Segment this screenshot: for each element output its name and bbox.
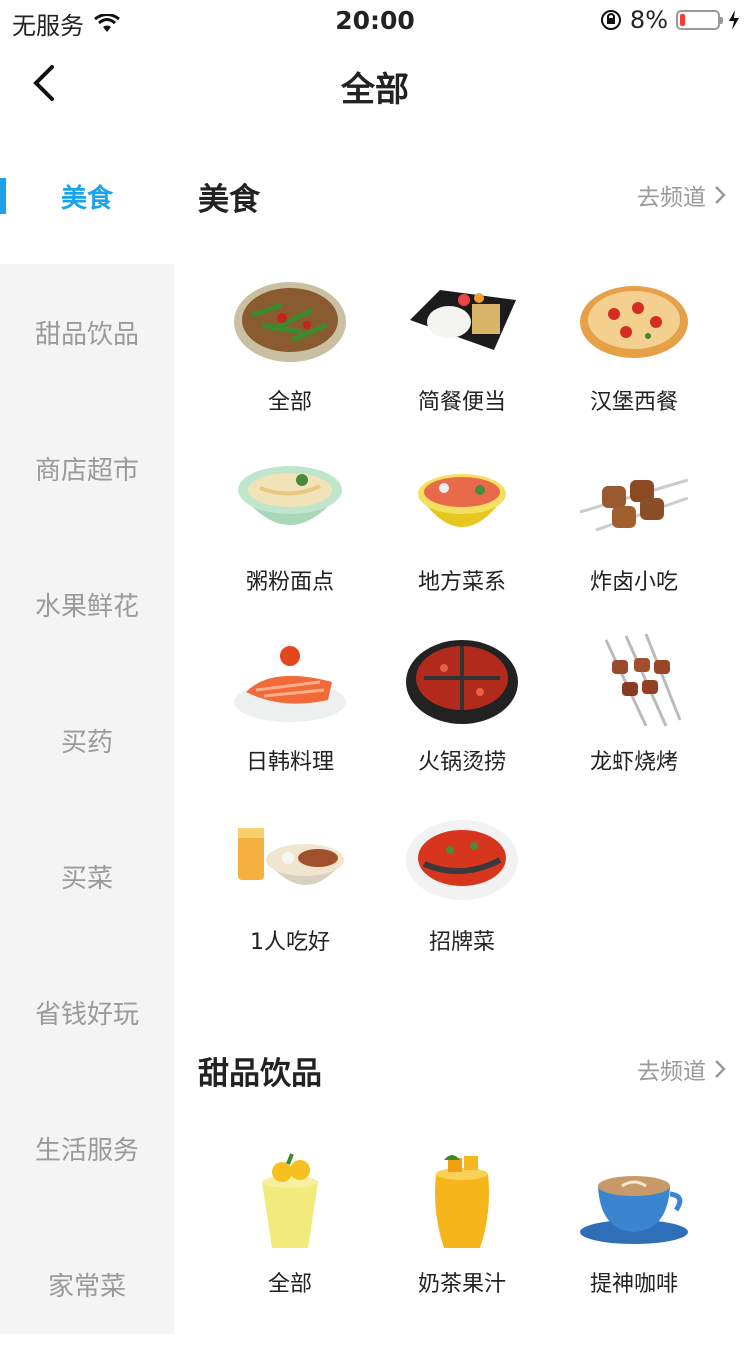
sidebar-item-label: 家常菜 [47,1271,126,1302]
sidebar-item-label: 美食 [60,183,113,214]
category-label: 龙虾烧烤 [589,750,678,775]
category-grid: 全部 奶茶果汁 提神咖啡 [174,1142,750,1322]
category-label: 汉堡西餐 [589,390,678,415]
section-title: 甜品饮品 [198,1056,322,1092]
page-title: 全部 [341,70,409,110]
category-item[interactable]: 地方菜系 [376,440,548,620]
signature-dish-image [406,820,518,900]
sidebar-item-label: 省钱好玩 [34,999,139,1030]
sidebar-item-dessert-drinks[interactable]: 甜品饮品 [0,264,174,400]
noodle-bowl-image [238,466,342,525]
category-item[interactable]: 龙虾烧烤 [548,620,720,800]
sidebar-item-label: 买药 [60,727,113,758]
active-indicator [0,178,6,214]
category-item[interactable]: 粥粉面点 [204,440,376,620]
chevron-right-icon [715,1060,726,1078]
navigation-bar: 全部 [0,40,750,128]
category-content: 美食 去频道 全部 简餐便当 汉堡西餐 粥粉面点 地方菜系 炸卤小吃 日韩料理 … [174,128,750,1334]
category-label: 奶茶果汁 [417,1272,506,1297]
charging-icon [729,10,739,30]
category-item[interactable]: 奶茶果汁 [376,1142,548,1322]
go-channel-link[interactable]: 去频道 [637,1052,726,1086]
sidebar-item-deals[interactable]: 省钱好玩 [0,944,174,1080]
battery-icon [676,10,723,30]
sidebar-item-food[interactable]: 美食 [0,128,174,264]
category-label: 全部 [267,390,312,415]
category-label: 招牌菜 [428,930,495,955]
chevron-right-icon [715,186,726,204]
sidebar-item-label: 商店超市 [34,455,139,486]
category-label: 火锅烫捞 [417,750,506,775]
coffee-cup-image [580,1176,688,1244]
sidebar-item-label: 甜品饮品 [34,319,139,350]
category-item[interactable]: 火锅烫捞 [376,620,548,800]
category-item[interactable]: 1人吃好 [204,800,376,980]
go-channel-link[interactable]: 去频道 [637,178,726,212]
hotpot-image [406,640,518,724]
category-label: 1人吃好 [250,930,330,955]
stir-fry-dish-image [234,282,346,362]
category-sidebar: 美食 甜品饮品 商店超市 水果鲜花 买药 买菜 省钱好玩 生活服务 家常菜 [0,128,174,1334]
battery-percent: 8% [629,6,668,34]
sidebar-item-label: 水果鲜花 [34,591,139,622]
sidebar-item-supermarket[interactable]: 商店超市 [0,400,174,536]
sidebar-item-label: 买菜 [60,863,113,894]
sidebar-item-services[interactable]: 生活服务 [0,1080,174,1216]
lemon-drink-image [262,1153,318,1248]
bento-box-image [410,290,516,350]
category-label: 炸卤小吃 [589,570,678,595]
section-title: 美食 [198,182,260,218]
status-bar: 无服务 20:00 8% [0,0,750,40]
skewers-snack-image [579,478,689,532]
sidebar-item-label: 生活服务 [34,1135,139,1166]
sidebar-item-home-cooking[interactable]: 家常菜 [0,1216,174,1352]
category-label: 粥粉面点 [245,570,334,595]
category-item[interactable]: 提神咖啡 [548,1142,720,1322]
category-item[interactable]: 日韩料理 [204,620,376,800]
regional-dish-image [418,474,506,527]
category-item[interactable]: 简餐便当 [376,260,548,440]
category-item[interactable]: 全部 [204,1142,376,1322]
pizza-image [580,286,688,358]
barbecue-skewers-image [604,633,682,727]
category-label: 全部 [267,1272,312,1297]
category-item[interactable]: 招牌菜 [376,800,548,980]
category-item[interactable]: 全部 [204,260,376,440]
category-label: 地方菜系 [417,570,506,595]
go-channel-label: 去频道 [637,1059,706,1085]
category-label: 提神咖啡 [589,1272,678,1297]
rotation-lock-icon [600,10,621,30]
juice-image [435,1155,489,1248]
category-label: 简餐便当 [417,390,506,415]
section-header: 甜品饮品 去频道 [174,1026,750,1142]
sidebar-item-fruit-flowers[interactable]: 水果鲜花 [0,536,174,672]
category-item[interactable]: 炸卤小吃 [548,440,720,620]
section-header: 美食 去频道 [174,128,750,260]
category-label: 日韩料理 [245,750,334,775]
sidebar-item-medicine[interactable]: 买药 [0,672,174,808]
sushi-image [234,646,346,722]
category-item[interactable]: 汉堡西餐 [548,260,720,440]
single-meal-image [238,828,344,885]
sidebar-item-groceries[interactable]: 买菜 [0,808,174,944]
go-channel-label: 去频道 [637,185,706,211]
category-grid: 全部 简餐便当 汉堡西餐 粥粉面点 地方菜系 炸卤小吃 日韩料理 火锅烫捞 龙虾… [174,260,750,980]
